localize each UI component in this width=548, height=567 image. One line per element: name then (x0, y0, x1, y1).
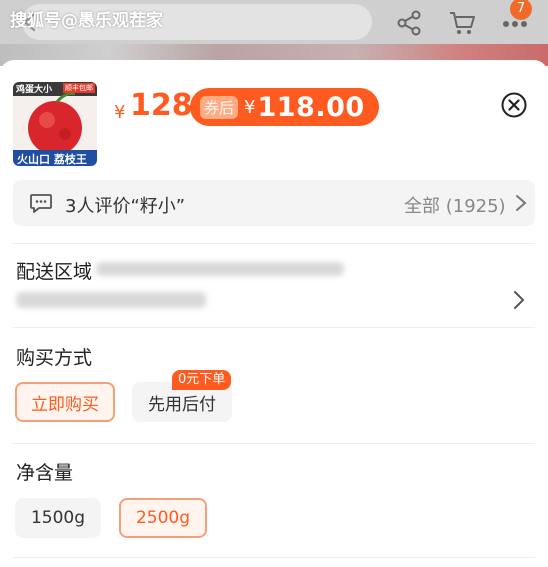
sku-selection-sheet: 鸡蛋大小 顺丰包邮 火山口 荔枝王 ¥ 128 券后 ¥ 118.00 3人评价… (0, 60, 548, 567)
divider (13, 327, 535, 328)
thumb-bottom-label: 火山口 荔枝王 (17, 153, 87, 166)
net-content-title: 净含量 (16, 462, 74, 484)
coupon-price: 118.00 (257, 91, 365, 123)
price-currency: ¥ (114, 102, 126, 123)
option-1500g[interactable]: 1500g (15, 498, 101, 538)
blurred-address-detail[interactable] (16, 292, 206, 308)
review-keyword-text: 3人评价“籽小” (65, 196, 186, 217)
product-thumbnail: 鸡蛋大小 顺丰包邮 火山口 荔枝王 (13, 82, 97, 166)
coupon-price-pill: 券后 ¥ 118.00 (190, 88, 379, 126)
share-icon[interactable] (396, 10, 422, 36)
zero-down-badge: 0元下单 (172, 370, 232, 390)
divider (13, 557, 535, 558)
chevron-right-icon (516, 195, 527, 211)
option-buy-now[interactable]: 立即购买 (15, 382, 115, 422)
cart-icon[interactable] (448, 10, 476, 36)
purchase-method-title: 购买方式 (16, 347, 93, 369)
price-value: 128 (130, 88, 193, 123)
watermark: 搜狐号@愚乐观茬家 (10, 11, 163, 31)
option-2500g[interactable]: 2500g (119, 498, 207, 538)
delivery-area-title: 配送区域 (16, 261, 93, 283)
review-summary-bar[interactable]: 3人评价“籽小” 全部 (1925) (13, 180, 535, 226)
divider (13, 443, 535, 444)
review-count: 全部 (1925) (404, 196, 506, 217)
comment-icon (30, 194, 52, 213)
close-icon[interactable] (501, 92, 527, 118)
thumb-brand-label: 顺丰包邮 (63, 83, 95, 93)
blurred-address-line (96, 262, 344, 276)
divider (13, 243, 535, 244)
coupon-tag: 券后 (200, 95, 239, 119)
thumb-top-label: 鸡蛋大小 (16, 85, 53, 95)
chevron-right-icon[interactable] (513, 290, 525, 310)
coupon-currency: ¥ (244, 96, 256, 118)
top-navigation-bar: 搜狐号@愚乐观茬家 7 (0, 0, 548, 66)
